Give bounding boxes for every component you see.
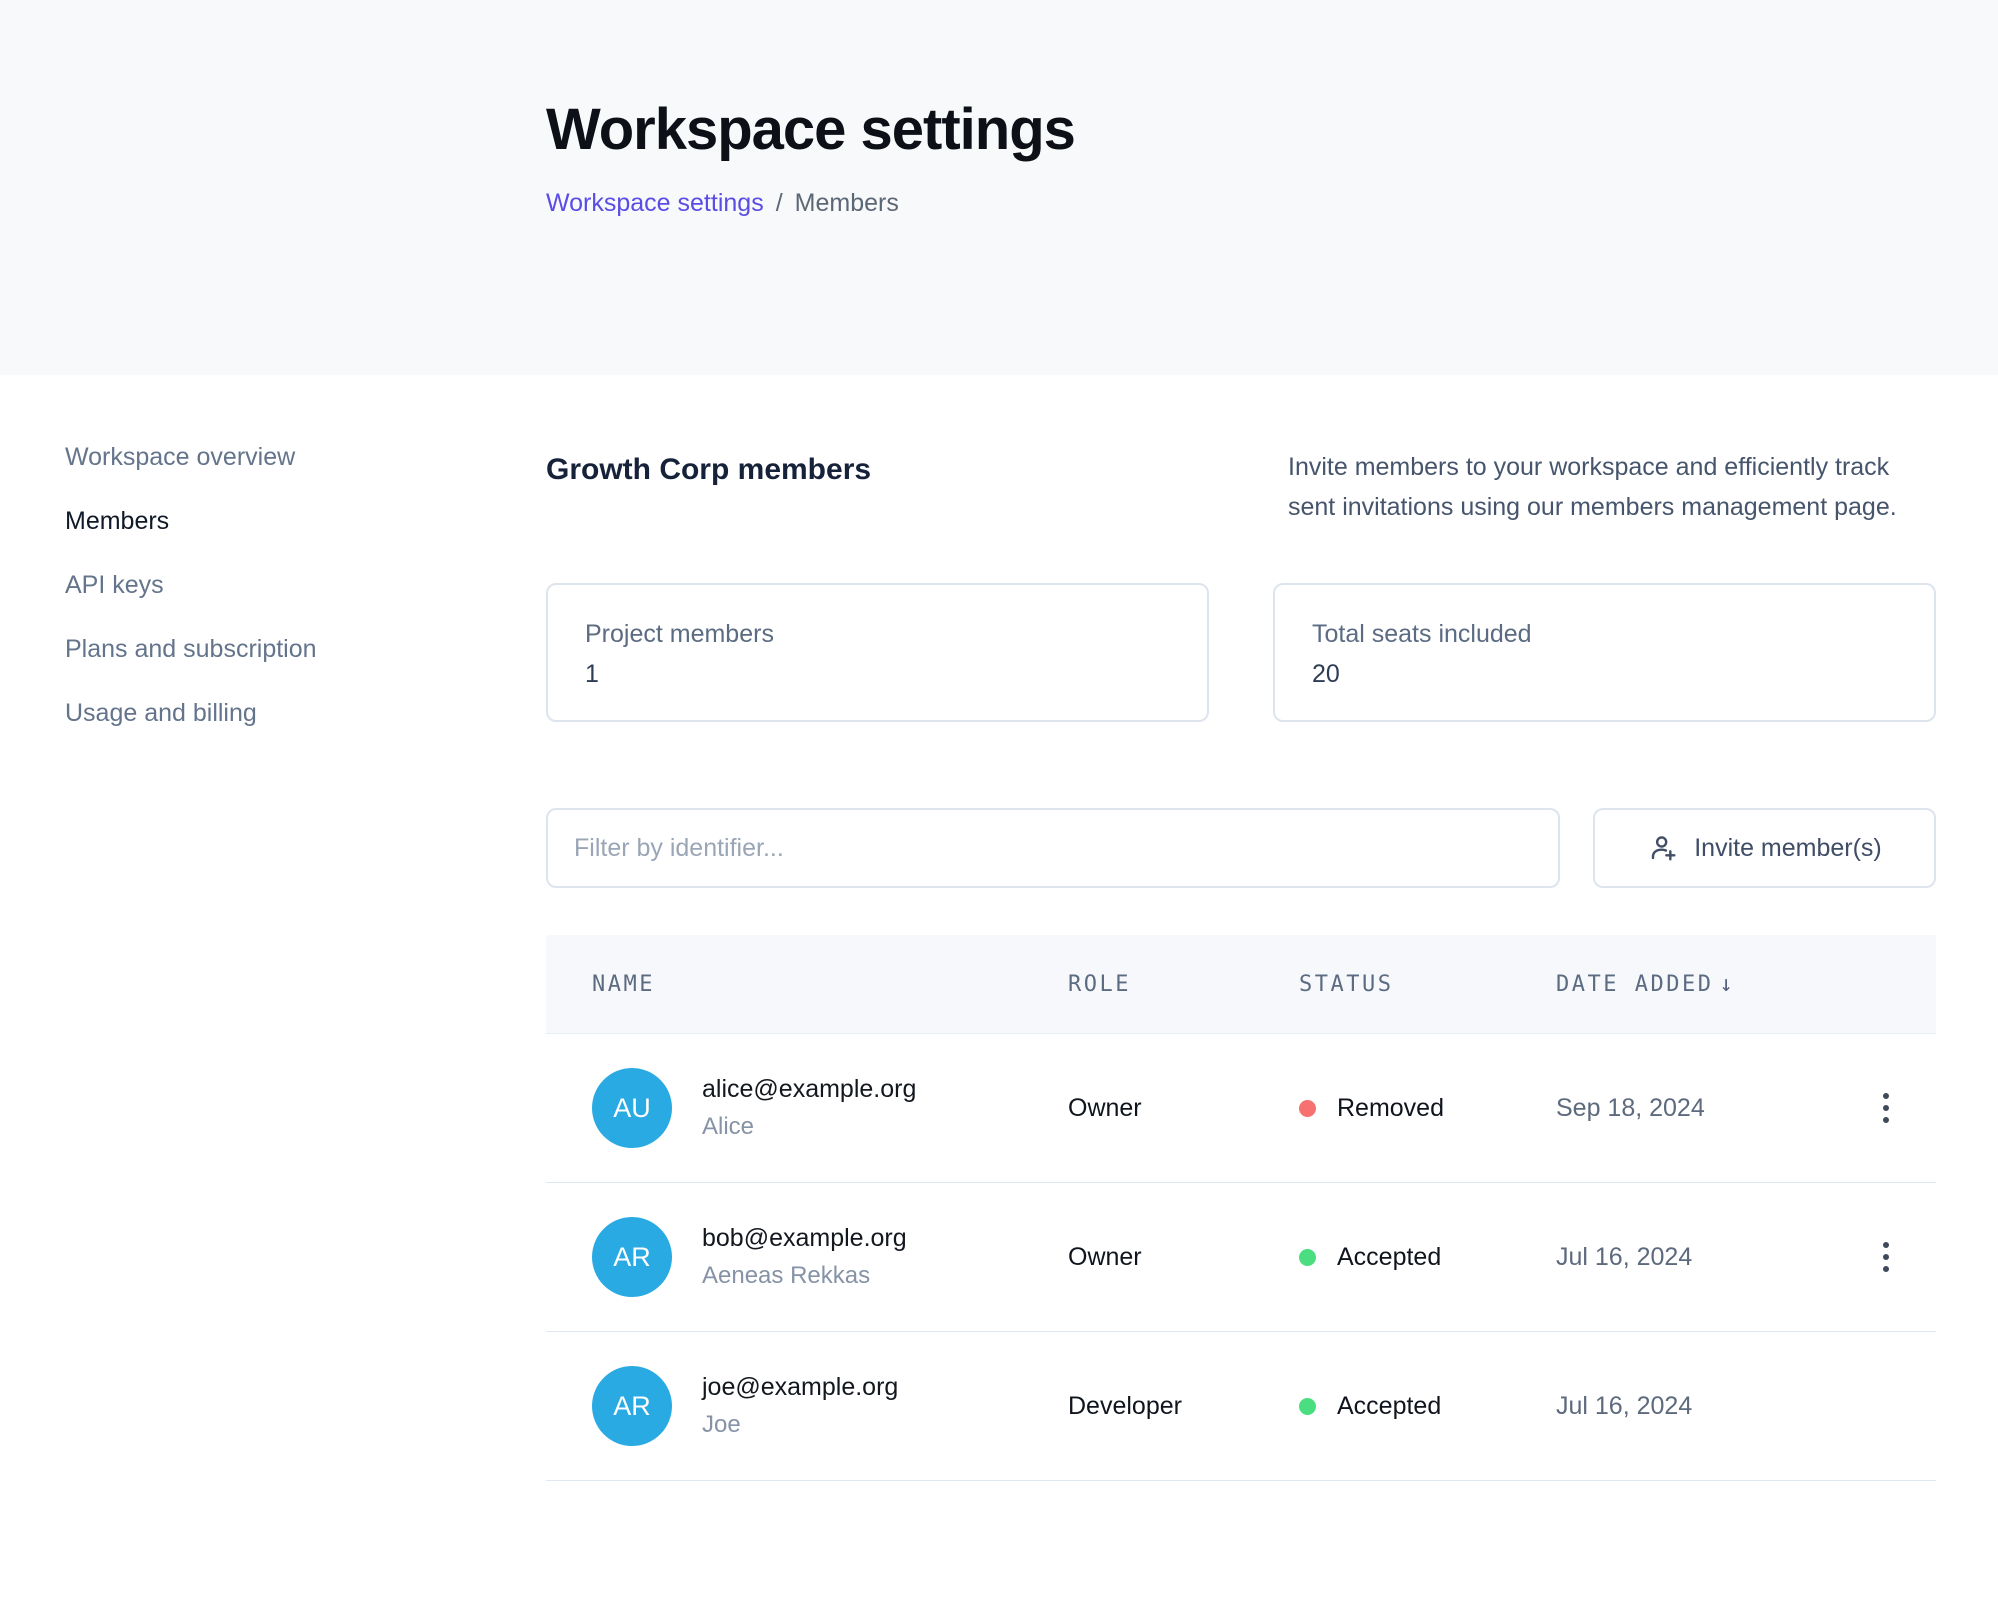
- member-identity-cell: AU alice@example.org Alice: [592, 1068, 1068, 1148]
- stat-value: 20: [1312, 660, 1934, 689]
- sidebar-item-usage-and-billing[interactable]: Usage and billing: [65, 701, 546, 726]
- stats-cards: Project members 1 Total seats included 2…: [546, 583, 1936, 722]
- row-menu-button[interactable]: [1866, 1086, 1906, 1130]
- invite-members-label: Invite member(s): [1694, 834, 1882, 863]
- members-section-description: Invite members to your workspace and eff…: [1288, 447, 1936, 527]
- stat-value: 1: [585, 660, 1207, 689]
- member-row: AR bob@example.org Aeneas Rekkas Owner A…: [546, 1183, 1936, 1332]
- status-dot-icon: [1299, 1249, 1316, 1266]
- status-label: Removed: [1337, 1094, 1444, 1123]
- main-panel: Growth Corp members Invite members to yo…: [546, 375, 1936, 1481]
- person-add-icon: [1647, 832, 1679, 864]
- column-header-role[interactable]: ROLE: [1068, 972, 1299, 997]
- filter-toolbar: Invite member(s): [546, 808, 1936, 888]
- row-menu-button[interactable]: [1866, 1235, 1906, 1279]
- page-title: Workspace settings: [546, 96, 1998, 163]
- member-name: Aeneas Rekkas: [702, 1262, 907, 1290]
- breadcrumb-separator: /: [776, 189, 783, 218]
- sidebar-item-workspace-overview[interactable]: Workspace overview: [65, 445, 546, 470]
- stat-label: Project members: [585, 620, 1207, 649]
- members-table-body: AU alice@example.org Alice Owner Removed…: [546, 1034, 1936, 1481]
- column-header-name[interactable]: NAME: [592, 972, 1068, 997]
- settings-sidebar: Workspace overview Members API keys Plans a…: [0, 375, 546, 1481]
- member-date-added: Jul 16, 2024: [1556, 1392, 1866, 1421]
- member-email: bob@example.org: [702, 1224, 907, 1253]
- sidebar-item-members[interactable]: Members: [65, 509, 546, 534]
- member-row: AR joe@example.org Joe Developer Accepte…: [546, 1332, 1936, 1481]
- member-status: Accepted: [1299, 1243, 1556, 1272]
- invite-members-button[interactable]: Invite member(s): [1593, 808, 1936, 888]
- breadcrumb-link-workspace-settings[interactable]: Workspace settings: [546, 189, 764, 218]
- member-date-added: Jul 16, 2024: [1556, 1243, 1866, 1272]
- sidebar-item-api-keys[interactable]: API keys: [65, 573, 546, 598]
- member-name: Alice: [702, 1113, 916, 1141]
- member-email: joe@example.org: [702, 1373, 898, 1402]
- member-email: alice@example.org: [702, 1075, 916, 1104]
- project-members-card: Project members 1: [546, 583, 1209, 722]
- sort-descending-icon: ↓: [1719, 972, 1732, 997]
- member-identity-cell: AR bob@example.org Aeneas Rekkas: [592, 1217, 1068, 1297]
- section-header: Growth Corp members Invite members to yo…: [546, 447, 1936, 527]
- filter-input[interactable]: [546, 808, 1560, 888]
- status-label: Accepted: [1337, 1243, 1441, 1272]
- member-role: Developer: [1068, 1392, 1299, 1421]
- avatar: AR: [592, 1217, 672, 1297]
- status-label: Accepted: [1337, 1392, 1441, 1421]
- avatar: AU: [592, 1068, 672, 1148]
- stat-label: Total seats included: [1312, 620, 1934, 649]
- member-status: Accepted: [1299, 1392, 1556, 1421]
- member-role: Owner: [1068, 1243, 1299, 1272]
- breadcrumb-current: Members: [795, 189, 899, 218]
- member-role: Owner: [1068, 1094, 1299, 1123]
- breadcrumb: Workspace settings / Members: [546, 189, 1998, 218]
- avatar: AR: [592, 1366, 672, 1446]
- sidebar-item-plans-and-subscription[interactable]: Plans and subscription: [65, 637, 546, 662]
- members-section-title: Growth Corp members: [546, 447, 871, 527]
- status-dot-icon: [1299, 1100, 1316, 1117]
- status-dot-icon: [1299, 1398, 1316, 1415]
- members-table: NAME ROLE STATUS DATE ADDED↓ AU alice@ex…: [546, 935, 1936, 1481]
- member-name: Joe: [702, 1411, 898, 1439]
- total-seats-card: Total seats included 20: [1273, 583, 1936, 722]
- member-row: AU alice@example.org Alice Owner Removed…: [546, 1034, 1936, 1183]
- column-header-date-added[interactable]: DATE ADDED↓: [1556, 972, 1866, 997]
- page-header: Workspace settings Workspace settings / …: [0, 0, 1998, 375]
- member-date-added: Sep 18, 2024: [1556, 1094, 1866, 1123]
- content-area: Workspace overview Members API keys Plans a…: [0, 375, 1998, 1481]
- members-table-header: NAME ROLE STATUS DATE ADDED↓: [546, 935, 1936, 1034]
- member-status: Removed: [1299, 1094, 1556, 1123]
- column-header-status[interactable]: STATUS: [1299, 972, 1556, 997]
- member-identity-cell: AR joe@example.org Joe: [592, 1366, 1068, 1446]
